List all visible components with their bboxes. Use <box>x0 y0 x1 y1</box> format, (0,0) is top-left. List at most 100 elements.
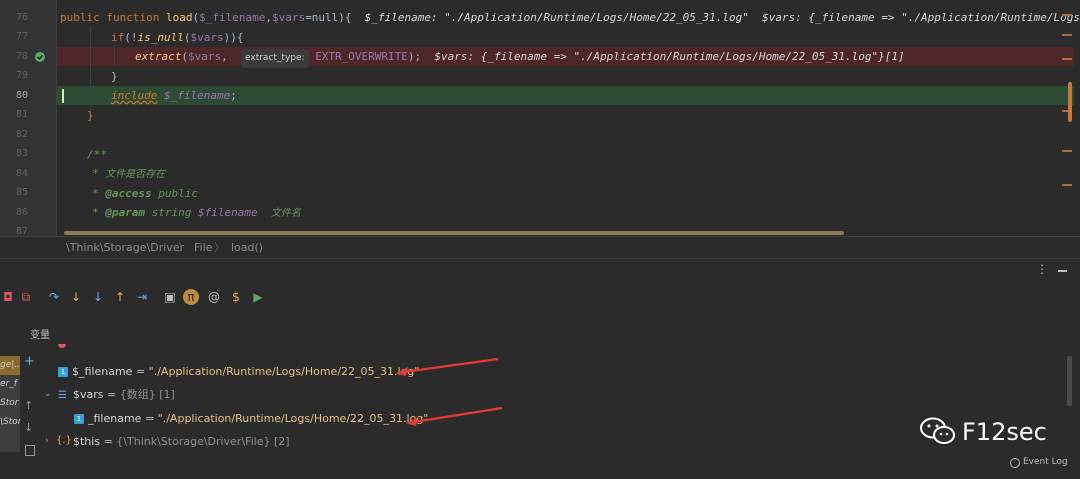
variable-name: $vars <box>73 388 104 401</box>
keyword: public <box>60 11 100 24</box>
event-log-button[interactable]: Event Log <box>1023 457 1068 467</box>
error-stripe-mark[interactable] <box>1062 184 1072 186</box>
code-line-77[interactable]: if(!is_null($vars)){ <box>111 28 1080 47</box>
default-value: =null <box>305 11 339 24</box>
code-line-78[interactable]: extract($vars, extract_type: EXTR_OVERWR… <box>135 47 1080 68</box>
code-line-81[interactable]: } <box>87 106 1080 125</box>
frame-item[interactable]: er_f <box>0 375 20 394</box>
vertical-scrollbar-thumb[interactable] <box>1068 82 1072 122</box>
error-stripe-mark[interactable] <box>1062 150 1072 152</box>
stop-icon[interactable]: ◘ <box>0 289 16 305</box>
brace: } <box>111 70 118 83</box>
code-line-83[interactable]: /** <box>87 145 1080 164</box>
event-log-icon[interactable] <box>1010 458 1020 468</box>
line-number: 86 <box>15 207 28 218</box>
frame-item[interactable]: \Stor <box>0 413 20 432</box>
text-caret <box>62 89 64 103</box>
function-name: load <box>165 11 193 24</box>
int-type-icon: 1 <box>58 367 68 377</box>
line-number: 79 <box>15 70 28 81</box>
minimize-icon[interactable] <box>1058 270 1067 272</box>
chevron-down-icon[interactable]: ⌄ <box>44 389 52 399</box>
keyword: if <box>111 31 125 44</box>
code-line-84[interactable]: * 文件是否存在 <box>92 164 1080 183</box>
panel-scrollbar-thumb[interactable] <box>1067 356 1072 406</box>
variable-name: $this <box>73 435 101 448</box>
code-editor[interactable]: 76 77 78 79 80 81 82 83 84 85 86 87 publ… <box>0 0 1080 258</box>
chevron-right-icon[interactable]: › <box>45 436 49 446</box>
param: $_filename <box>199 11 266 24</box>
array-type-icon: ☰ <box>58 390 67 401</box>
doc-comment-text: public <box>158 187 198 200</box>
watermark-text: F12sec <box>962 418 1047 446</box>
add-icon[interactable]: + <box>24 354 35 369</box>
keyword: include <box>111 89 158 102</box>
variable-name: $_filename <box>72 365 133 378</box>
code-line-79[interactable]: } <box>111 67 1080 86</box>
equals: = <box>100 435 117 448</box>
variable-row[interactable]: 1 _filename = "./Application/Runtime/Logs… <box>74 411 428 427</box>
frame-item[interactable]: ge|... <box>0 356 20 375</box>
breadcrumb: \Think\Storage\Driver 〉 File 〉 load() <box>0 236 1080 258</box>
line-number: 82 <box>15 129 28 140</box>
horizontal-scrollbar-thumb[interactable] <box>64 231 844 235</box>
object-type-icon: {.} <box>56 435 72 446</box>
line-number: 84 <box>15 168 28 179</box>
doc-comment: /** <box>87 148 107 161</box>
resume-icon[interactable]: ▶ <box>250 289 266 305</box>
variable-value: {数组} [1] <box>119 388 175 401</box>
more-options-icon[interactable]: ⋮ <box>1036 263 1048 277</box>
line-number: 76 <box>15 12 28 23</box>
variable: $vars <box>187 50 222 63</box>
code-line-85[interactable]: * @access public <box>92 184 1080 203</box>
breadcrumb-item[interactable]: \Think\Storage\Driver <box>66 237 184 258</box>
doc-comment: * <box>92 187 106 200</box>
breadcrumb-item[interactable]: load() <box>231 237 263 258</box>
line-number: 77 <box>15 31 28 42</box>
line-number: 80 <box>15 90 28 101</box>
error-stripe-mark[interactable] <box>1062 14 1072 16</box>
doc-variable: $filename <box>198 206 258 219</box>
view-breakpoints-icon[interactable]: ⧉ <box>18 289 34 305</box>
keyword: function <box>106 11 160 24</box>
param-hint: extract_type: <box>240 49 309 68</box>
evaluate-expression-icon[interactable]: ▣ <box>162 289 178 305</box>
code-line-86[interactable]: * @param string $filename 文件名 <box>92 203 1080 222</box>
at-icon[interactable]: @ <box>206 289 222 305</box>
step-out-icon[interactable]: ↑ <box>112 289 128 305</box>
force-step-into-icon[interactable]: ↓ <box>90 289 106 305</box>
dollar-icon[interactable]: $ <box>228 289 244 305</box>
indent-guide <box>114 46 115 66</box>
variable: $vars <box>190 31 224 44</box>
trace-icon[interactable]: π <box>183 289 199 305</box>
frames-list[interactable]: ge|... er_f Stor \Stor <box>0 356 20 452</box>
int-type-icon: 1 <box>74 414 84 424</box>
annotation-arrow <box>396 357 499 376</box>
breakpoint-check-icon[interactable] <box>35 52 45 62</box>
variable-row[interactable]: $vars = {数组} [1] <box>73 387 175 403</box>
doc-tag: @param <box>105 206 145 219</box>
wechat-icon <box>918 416 958 446</box>
arrow-down-icon[interactable]: ↓ <box>24 421 33 434</box>
code-line-80[interactable]: include $_filename; <box>111 86 1080 105</box>
brace: } <box>87 109 94 122</box>
run-to-cursor-icon[interactable]: ⇥ <box>134 289 150 305</box>
error-stripe-mark[interactable] <box>1062 58 1072 60</box>
copy-icon[interactable] <box>25 445 35 456</box>
code-line-76[interactable]: public function load($_filename,$vars=nu… <box>60 8 1080 27</box>
equals: = <box>141 412 158 425</box>
arrow-up-icon[interactable]: ↑ <box>24 399 33 412</box>
line-number: 83 <box>15 148 28 159</box>
step-over-icon[interactable]: ↷ <box>46 289 62 305</box>
variable-row[interactable]: 1 $_filename = "./Application/Runtime/Log… <box>58 364 419 380</box>
frame-item[interactable]: Stor <box>0 394 20 413</box>
breadcrumb-item[interactable]: File <box>194 237 212 258</box>
error-stripe-mark[interactable] <box>1062 34 1072 36</box>
gutter-separator <box>56 0 57 236</box>
line-number: 85 <box>15 187 28 198</box>
variable-value: "./Application/Runtime/Logs/Home/22_05_3… <box>148 365 420 378</box>
variables-tab[interactable]: 变量 <box>30 326 50 341</box>
line-number: 78 <box>15 51 28 62</box>
variable-row[interactable]: $this = {\Think\Storage\Driver\File} [2] <box>73 434 290 450</box>
step-into-icon[interactable]: ↓ <box>68 289 84 305</box>
